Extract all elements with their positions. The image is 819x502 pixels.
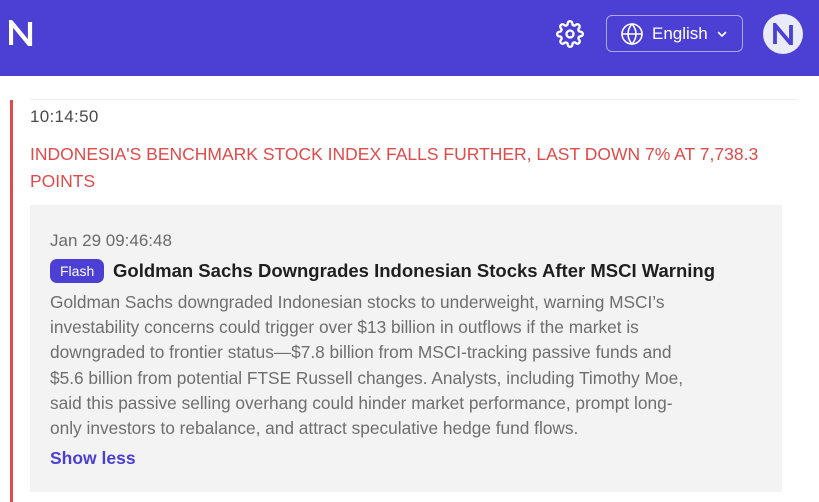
news-time: 10:14:50 xyxy=(30,107,99,126)
language-label: English xyxy=(652,23,708,43)
language-selector[interactable]: English xyxy=(606,15,743,52)
show-less-link[interactable]: Show less xyxy=(50,448,136,469)
card-title[interactable]: Goldman Sachs Downgrades Indonesian Stoc… xyxy=(113,258,715,284)
card-body-line: said this passive selling overhang could… xyxy=(50,392,673,413)
n-logo-icon[interactable] xyxy=(9,20,33,46)
card-date: Jan 29 09:46:48 xyxy=(50,231,172,250)
news-headline[interactable]: INDONESIA'S BENCHMARK STOCK INDEX FALLS … xyxy=(30,141,790,194)
news-card: Jan 29 09:46:48 Flash Goldman Sachs Down… xyxy=(30,205,782,492)
flash-badge: Flash xyxy=(50,259,105,283)
timeline-accent-bar xyxy=(10,100,13,502)
divider xyxy=(30,99,798,100)
card-body-line: Goldman Sachs downgraded Indonesian stoc… xyxy=(50,292,665,312)
card-body-line: only investors to rebalance, and attract… xyxy=(50,418,579,439)
card-body-line: investability concerns could trigger ove… xyxy=(50,317,639,338)
card-body-line: $5.6 billion from potential FTSE Russell… xyxy=(50,367,683,388)
n-logo-icon xyxy=(773,23,793,45)
gear-icon[interactable] xyxy=(556,20,584,48)
card-body-line: downgraded to frontier status—$7.8 billi… xyxy=(50,342,672,363)
globe-icon xyxy=(621,22,643,45)
top-nav-bar: English xyxy=(0,0,819,76)
card-body: Goldman Sachs downgraded Indonesian stoc… xyxy=(50,290,765,441)
avatar[interactable] xyxy=(763,14,803,54)
chevron-down-icon xyxy=(717,31,727,37)
